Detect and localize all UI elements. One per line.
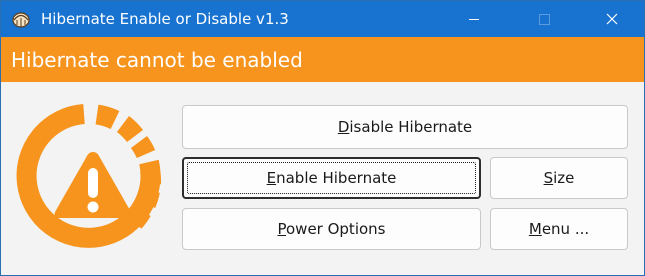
minimize-button[interactable]	[451, 1, 497, 37]
enable-hibernate-button[interactable]: Enable Hibernate	[182, 157, 481, 199]
status-banner: Hibernate cannot be enabled	[1, 37, 644, 82]
window-title: Hibernate Enable or Disable v1.3	[41, 10, 289, 28]
close-button[interactable]	[589, 1, 635, 37]
maximize-icon	[539, 14, 550, 25]
maximize-button[interactable]	[521, 1, 567, 37]
minimize-icon	[469, 19, 479, 20]
disable-hibernate-button[interactable]: Disable Hibernate	[182, 105, 628, 149]
close-icon	[606, 13, 618, 25]
app-window: Hibernate Enable or Disable v1.3 Hiberna…	[0, 0, 645, 276]
enable-hibernate-label: Enable Hibernate	[266, 169, 397, 187]
warning-status-graphic	[16, 104, 162, 248]
title-bar[interactable]: Hibernate Enable or Disable v1.3	[1, 1, 644, 37]
power-options-label: Power Options	[277, 220, 386, 238]
disable-hibernate-label: Disable Hibernate	[337, 118, 473, 136]
warning-icon	[54, 152, 132, 218]
size-button[interactable]: Size	[490, 157, 628, 199]
size-label: Size	[543, 169, 575, 187]
shell-icon[interactable]	[11, 9, 31, 29]
status-message: Hibernate cannot be enabled	[11, 48, 303, 72]
power-options-button[interactable]: Power Options	[182, 208, 481, 250]
menu-button[interactable]: Menu ...	[490, 208, 628, 250]
menu-label: Menu ...	[528, 220, 590, 238]
